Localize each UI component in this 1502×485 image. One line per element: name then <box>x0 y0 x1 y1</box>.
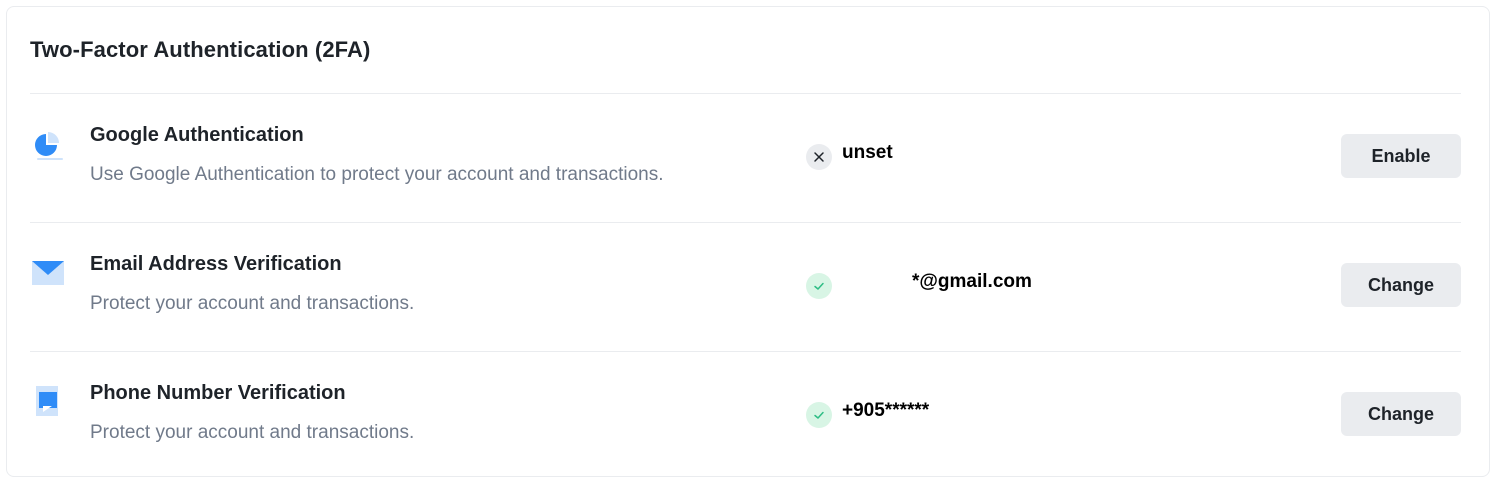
method-label: Phone Number Verification <box>90 382 346 404</box>
method-description: Protect your account and transactions. <box>90 293 415 314</box>
method-description: Use Google Authentication to protect you… <box>90 164 664 185</box>
pie-chart-icon <box>30 126 66 162</box>
status-verified: *@gmail.com <box>806 271 1032 299</box>
method-label: Email Address Verification <box>90 253 342 275</box>
two-factor-auth-card: Two-Factor Authentication (2FA) Google A… <box>6 6 1490 477</box>
row-phone-verification: Phone Number Verification Protect your a… <box>30 352 1461 480</box>
method-label: Google Authentication <box>90 124 304 146</box>
method-description: Protect your account and transactions. <box>90 422 415 443</box>
change-phone-button[interactable]: Change <box>1341 392 1461 436</box>
check-icon <box>806 273 832 299</box>
enable-google-auth-button[interactable]: Enable <box>1341 134 1461 178</box>
envelope-icon <box>30 255 66 291</box>
status-unset: unset <box>806 142 893 170</box>
row-email-verification: Email Address Verification Protect your … <box>30 223 1461 351</box>
phone-message-icon <box>30 384 66 420</box>
section-title: Two-Factor Authentication (2FA) <box>30 37 371 62</box>
check-icon <box>806 402 832 428</box>
status-value: unset <box>842 142 893 163</box>
x-icon <box>806 144 832 170</box>
change-email-button[interactable]: Change <box>1341 263 1461 307</box>
status-verified: +905****** <box>806 400 930 428</box>
status-value: +905****** <box>842 400 930 421</box>
row-google-authentication: Google Authentication Use Google Authent… <box>30 94 1461 222</box>
status-value: *@gmail.com <box>912 271 1032 292</box>
